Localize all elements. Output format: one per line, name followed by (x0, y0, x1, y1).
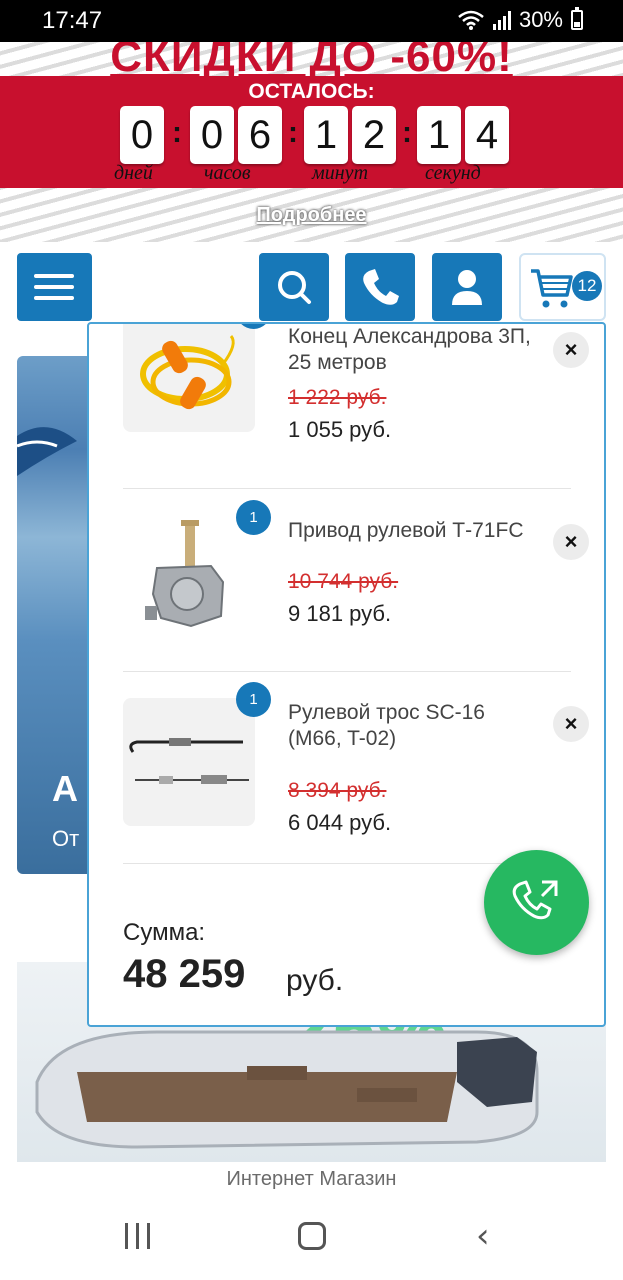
hero-subtitle: От (52, 826, 80, 851)
cart-item-name[interactable]: Рулевой трос SC-16 (M66, T-02) (288, 700, 543, 752)
promo-more-link[interactable]: Подробнее (0, 204, 623, 227)
cart-item-name[interactable]: Конец Александрова 3П, 25 метров (288, 324, 543, 376)
divider (123, 671, 571, 672)
cart-item-old-price: 8 394 руб. (288, 779, 387, 802)
cart-item-qty-badge: 1 (236, 500, 271, 535)
countdown-unit-days: дней (114, 162, 153, 184)
cart-item-price: 9 181 руб. (288, 601, 392, 626)
countdown-digit-seconds: 1 (417, 106, 461, 164)
countdown-digit-seconds: 4 (465, 106, 509, 164)
countdown-unit-minutes: минут (312, 162, 369, 184)
status-indicators: 30% (457, 7, 583, 33)
cart-item-old-price: 1 222 руб. (288, 386, 387, 409)
close-icon: × (564, 337, 578, 362)
search-icon (278, 271, 311, 304)
status-time: 17:47 (42, 7, 103, 34)
countdown-separator: : (288, 116, 298, 149)
remove-item-button[interactable]: × (553, 524, 589, 560)
divider (123, 488, 571, 489)
cart-item: 1 Привод рулевой Т-71FC 10 744 руб. 9 18… (89, 500, 604, 670)
cart-sum-label: Сумма: (123, 919, 206, 946)
back-icon[interactable]: ‹ (476, 1216, 490, 1256)
countdown-unit-seconds: секунд (425, 162, 481, 184)
call-back-icon (512, 880, 558, 920)
signal-icon (492, 10, 511, 30)
cart-count-badge: 12 (572, 271, 602, 301)
cart-item-image[interactable] (123, 698, 255, 826)
battery-percent: 30% (518, 7, 563, 32)
hero-title: А (52, 768, 78, 809)
menu-button[interactable] (17, 253, 92, 321)
countdown-digit-hours: 0 (190, 106, 234, 164)
close-icon: × (564, 711, 578, 736)
promo-banner[interactable]: СКИДКИ ДО -60%! ОСТАЛОСЬ: 0 : 0 6 : 1 2 … (0, 42, 623, 242)
status-bar: 17:47 30% (0, 0, 623, 42)
countdown-digit-hours: 6 (238, 106, 282, 164)
cart-sum-value: 48 259 (123, 952, 246, 996)
countdown-digit-days: 0 (120, 106, 164, 164)
steering-gear-product-image (145, 520, 225, 628)
battery-icon (571, 7, 583, 30)
countdown-digit-minutes: 1 (304, 106, 348, 164)
cart-icon (531, 269, 573, 308)
countdown-separator: : (402, 116, 412, 149)
cart-item-name[interactable]: Привод рулевой Т-71FC (288, 518, 543, 544)
cart-item: 1 Рулевой трос SC-16 (M66, T-02) 8 394 р… (89, 682, 604, 852)
search-button[interactable] (259, 253, 329, 321)
cart-item-image[interactable] (123, 510, 255, 638)
cart-item-old-price: 10 744 руб. (288, 570, 399, 593)
cart-item-qty-badge: 1 (236, 682, 271, 717)
remove-item-button[interactable]: × (553, 332, 589, 368)
cart-item-image[interactable] (123, 324, 255, 432)
account-button[interactable] (432, 253, 502, 321)
cart-item-price: 1 055 руб. (288, 417, 392, 442)
callback-button[interactable] (484, 850, 589, 955)
phone-icon (363, 269, 399, 305)
recent-apps-icon[interactable] (125, 1223, 158, 1254)
countdown-separator: : (172, 116, 182, 149)
wifi-icon (458, 10, 484, 30)
user-icon (452, 270, 482, 305)
countdown-unit-hours: часов (204, 162, 251, 184)
cart-item-price: 6 044 руб. (288, 810, 392, 835)
system-nav-bar: ‹ (0, 1196, 623, 1280)
countdown-digit-minutes: 2 (352, 106, 396, 164)
store-label: Интернет Магазин (226, 1168, 397, 1190)
close-icon: × (564, 529, 578, 554)
promo-remaining-label: ОСТАЛОСЬ: (248, 80, 375, 103)
cart-item: 1 Конец Александрова 3П, 25 метров 1 222… (89, 324, 604, 474)
remove-item-button[interactable]: × (553, 706, 589, 742)
steering-cable-product-image (129, 738, 249, 784)
rope-product-image (140, 335, 235, 410)
cart-sum-currency: руб. (286, 964, 344, 997)
phone-button[interactable] (345, 253, 415, 321)
home-icon[interactable] (298, 1222, 326, 1250)
